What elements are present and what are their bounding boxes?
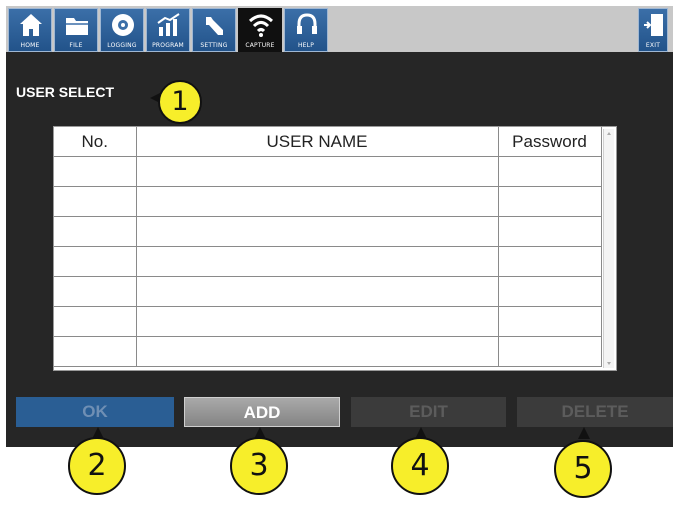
cell-no: [54, 156, 137, 187]
nav-help-label: HELP: [297, 42, 315, 49]
callout-4: 4: [391, 437, 449, 495]
cell-user-name: [135, 306, 499, 337]
cell-password: [497, 306, 602, 337]
scroll-up-arrow-icon[interactable]: [607, 132, 611, 135]
nav-home-label: HOME: [20, 42, 40, 49]
nav-capture-label: CAPTURE: [245, 42, 275, 49]
callout-1: 1: [158, 80, 202, 124]
col-header-no: No.: [54, 127, 137, 157]
cell-user-name: [135, 186, 499, 217]
callout-5: 5: [554, 440, 612, 498]
user-grid: No. USER NAME Password: [54, 127, 602, 367]
scroll-down-arrow-icon[interactable]: [607, 362, 611, 365]
cell-password: [497, 246, 602, 277]
cell-password: [497, 186, 602, 217]
app-screen: HOME FILE LOGGING PROGRAM SETTING CAPTUR…: [6, 6, 673, 447]
table-row[interactable]: [54, 336, 602, 367]
nav-help-button[interactable]: HELP: [284, 8, 328, 52]
table-row[interactable]: [54, 156, 602, 187]
cell-no: [54, 216, 137, 247]
delete-button[interactable]: DELETE: [517, 397, 673, 427]
top-nav-bar: HOME FILE LOGGING PROGRAM SETTING CAPTUR…: [6, 6, 673, 52]
nav-program-label: PROGRAM: [152, 42, 184, 49]
cell-no: [54, 186, 137, 217]
table-row[interactable]: [54, 246, 602, 277]
add-button[interactable]: ADD: [184, 397, 340, 427]
wrench-icon: [206, 17, 223, 35]
nav-logging-button[interactable]: LOGGING: [100, 8, 144, 52]
col-header-user-name: USER NAME: [135, 127, 499, 157]
cell-user-name: [135, 336, 499, 367]
table-row[interactable]: [54, 216, 602, 247]
nav-file-button[interactable]: FILE: [54, 8, 98, 52]
cell-password: [497, 276, 602, 307]
nav-program-button[interactable]: PROGRAM: [146, 8, 190, 52]
table-row[interactable]: [54, 276, 602, 307]
nav-setting-button[interactable]: SETTING: [192, 8, 236, 52]
table-row[interactable]: [54, 306, 602, 337]
nav-home-button[interactable]: HOME: [8, 8, 52, 52]
home-icon: [20, 14, 42, 36]
cell-password: [497, 156, 602, 187]
exit-button[interactable]: EXIT: [638, 8, 668, 52]
wifi-icon: [248, 14, 274, 37]
cell-no: [54, 336, 137, 367]
headset-icon: [297, 13, 317, 34]
cell-password: [497, 336, 602, 367]
callout-5-pointer: [578, 427, 590, 439]
nav-file-label: FILE: [69, 42, 83, 49]
disc-icon: [112, 14, 134, 36]
cell-password: [497, 216, 602, 247]
edit-button[interactable]: EDIT: [351, 397, 506, 427]
nav-capture-button[interactable]: CAPTURE: [238, 8, 282, 52]
chart-icon: [157, 13, 180, 36]
ok-button[interactable]: OK: [16, 397, 174, 427]
cell-user-name: [135, 246, 499, 277]
folder-icon: [66, 18, 88, 35]
user-table: No. USER NAME Password: [53, 126, 617, 371]
cell-no: [54, 246, 137, 277]
table-row[interactable]: [54, 186, 602, 217]
table-header-row: No. USER NAME Password: [54, 127, 602, 157]
page-title: USER SELECT: [16, 84, 115, 100]
cell-user-name: [135, 216, 499, 247]
cell-no: [54, 306, 137, 337]
exit-label: EXIT: [645, 42, 661, 49]
nav-setting-label: SETTING: [200, 42, 228, 49]
callout-3: 3: [230, 437, 288, 495]
cell-no: [54, 276, 137, 307]
cell-user-name: [135, 276, 499, 307]
nav-logging-label: LOGGING: [107, 42, 137, 49]
exit-door-icon: [644, 14, 663, 36]
table-scrollbar[interactable]: [603, 129, 614, 368]
col-header-password: Password: [497, 127, 602, 157]
callout-2: 2: [68, 437, 126, 495]
cell-user-name: [135, 156, 499, 187]
